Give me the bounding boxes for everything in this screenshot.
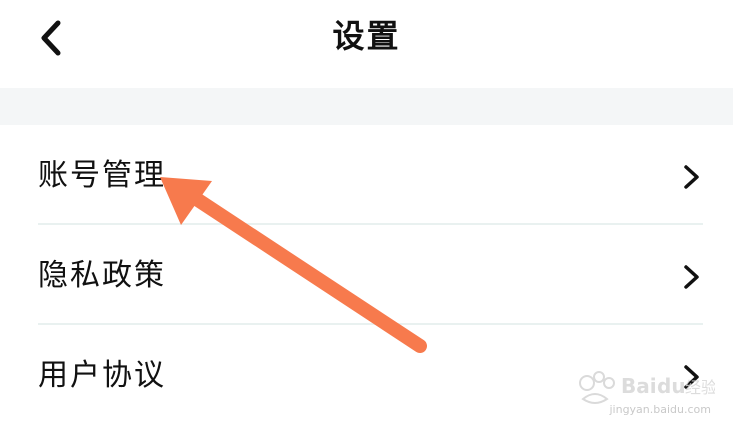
settings-item-privacy-policy[interactable]: 隐私政策 bbox=[0, 225, 733, 325]
settings-item-account-management[interactable]: 账号管理 bbox=[0, 125, 733, 225]
header-bar: 设置 bbox=[0, 0, 733, 88]
settings-item-label: 隐私政策 bbox=[38, 258, 166, 293]
chevron-right-icon bbox=[684, 265, 699, 289]
svg-text:Bai: Bai bbox=[621, 374, 657, 398]
settings-item-label: 账号管理 bbox=[38, 158, 166, 193]
watermark-text: jingyan.baidu.com bbox=[609, 403, 711, 416]
settings-item-label: 用户协议 bbox=[38, 358, 166, 393]
page-title: 设置 bbox=[332, 17, 401, 55]
chevron-right-icon bbox=[684, 165, 699, 189]
svg-text:经验: 经验 bbox=[685, 378, 715, 397]
svg-text:du: du bbox=[657, 374, 686, 398]
section-spacer bbox=[0, 88, 733, 125]
